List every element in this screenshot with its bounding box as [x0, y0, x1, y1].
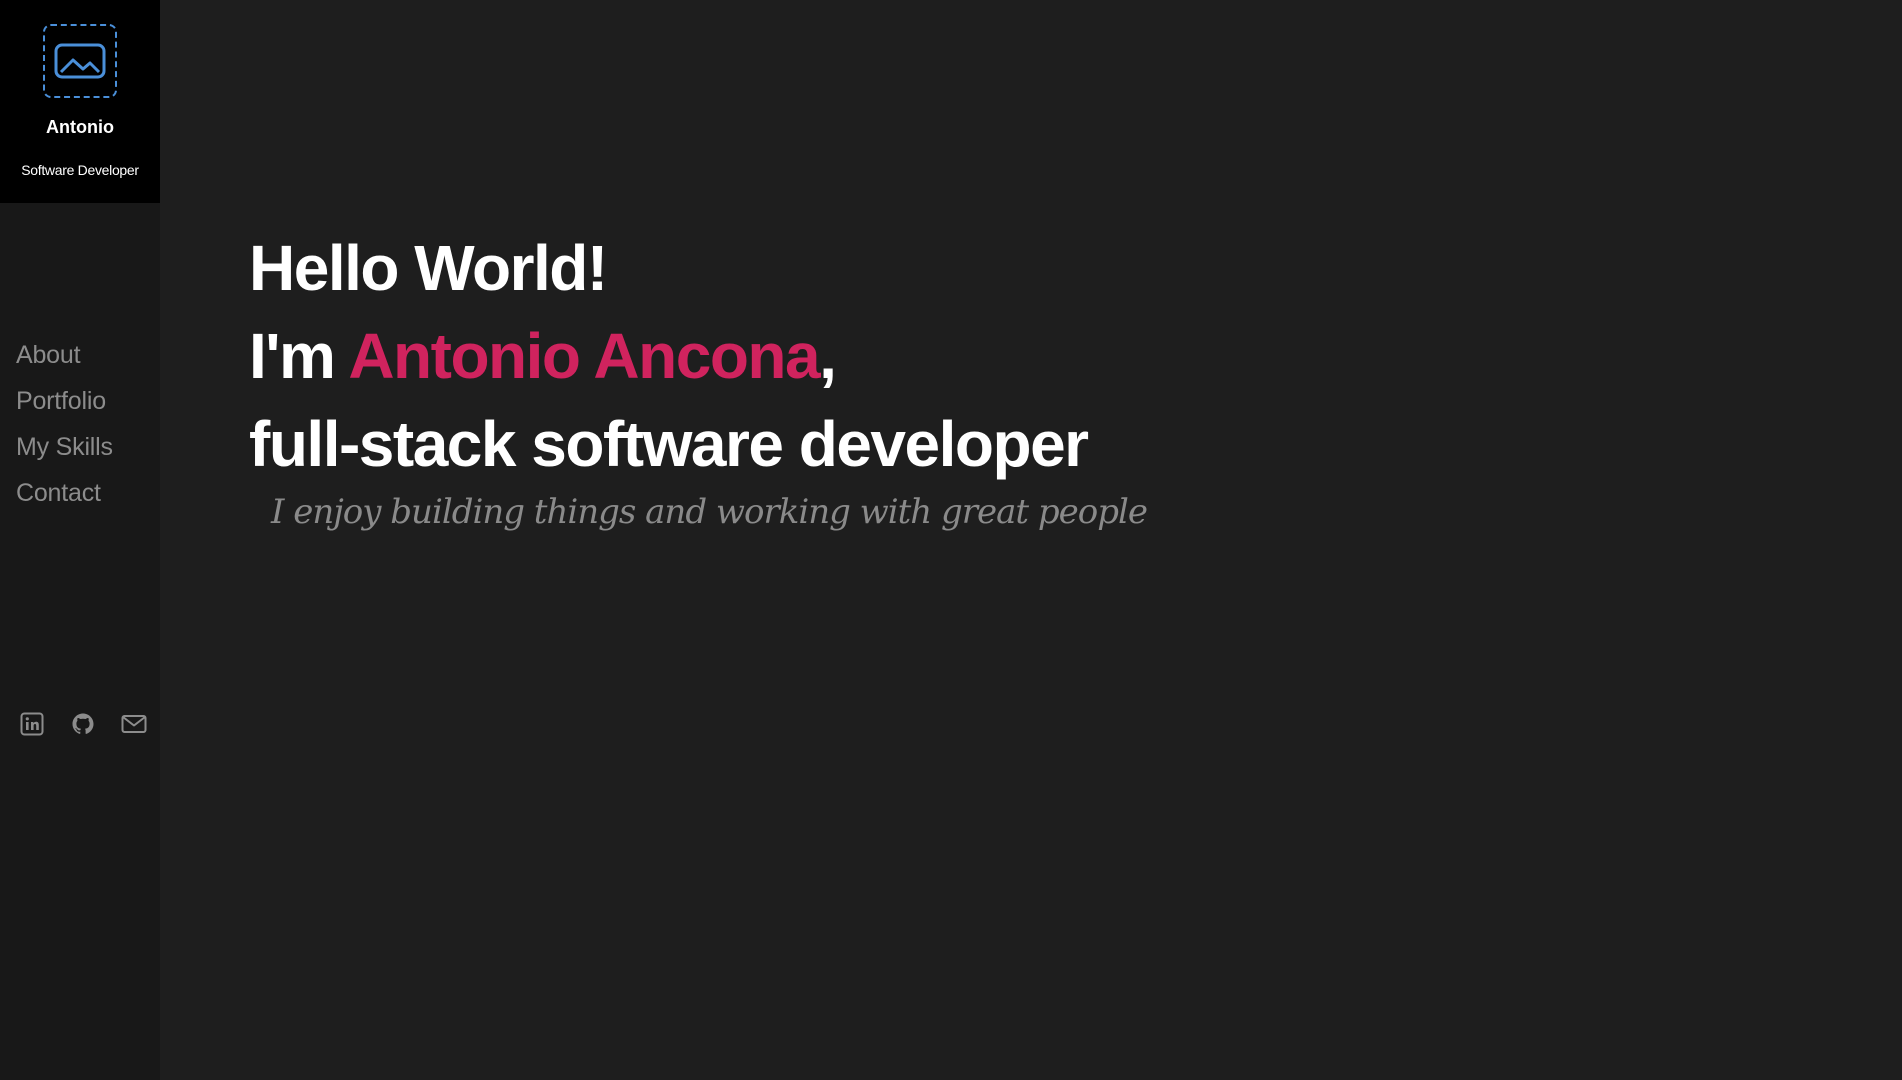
hero-intro-prefix: I'm	[249, 320, 349, 392]
hero-greeting: Hello World!	[249, 232, 608, 304]
hero-role: full-stack software developer	[249, 408, 1089, 480]
hero-name: Antonio Ancona	[348, 320, 820, 392]
hero-intro: I'm Antonio Ancona,	[249, 312, 1147, 400]
mail-icon[interactable]	[121, 712, 147, 741]
main-nav: About Portfolio My Skills Contact	[16, 338, 113, 522]
profile-card: Antonio Software Developer	[0, 0, 160, 203]
profile-name: Antonio	[46, 117, 114, 137]
sidebar: Antonio Software Developer About Portfol…	[0, 0, 160, 1080]
hero-section: Hello World! I'm Antonio Ancona, full-st…	[249, 224, 1148, 532]
linkedin-icon[interactable]	[20, 712, 44, 741]
github-icon[interactable]	[71, 712, 95, 741]
nav-item-my-skills[interactable]: My Skills	[16, 430, 113, 476]
nav-item-portfolio[interactable]: Portfolio	[16, 384, 113, 430]
image-placeholder-icon	[43, 24, 117, 98]
hero-intro-suffix: ,	[819, 320, 837, 392]
profile-role: Software Developer	[21, 162, 139, 178]
nav-item-contact[interactable]: Contact	[16, 476, 113, 522]
nav-item-about[interactable]: About	[16, 338, 113, 384]
hero-tagline: I enjoy building things and working with…	[271, 492, 1148, 532]
